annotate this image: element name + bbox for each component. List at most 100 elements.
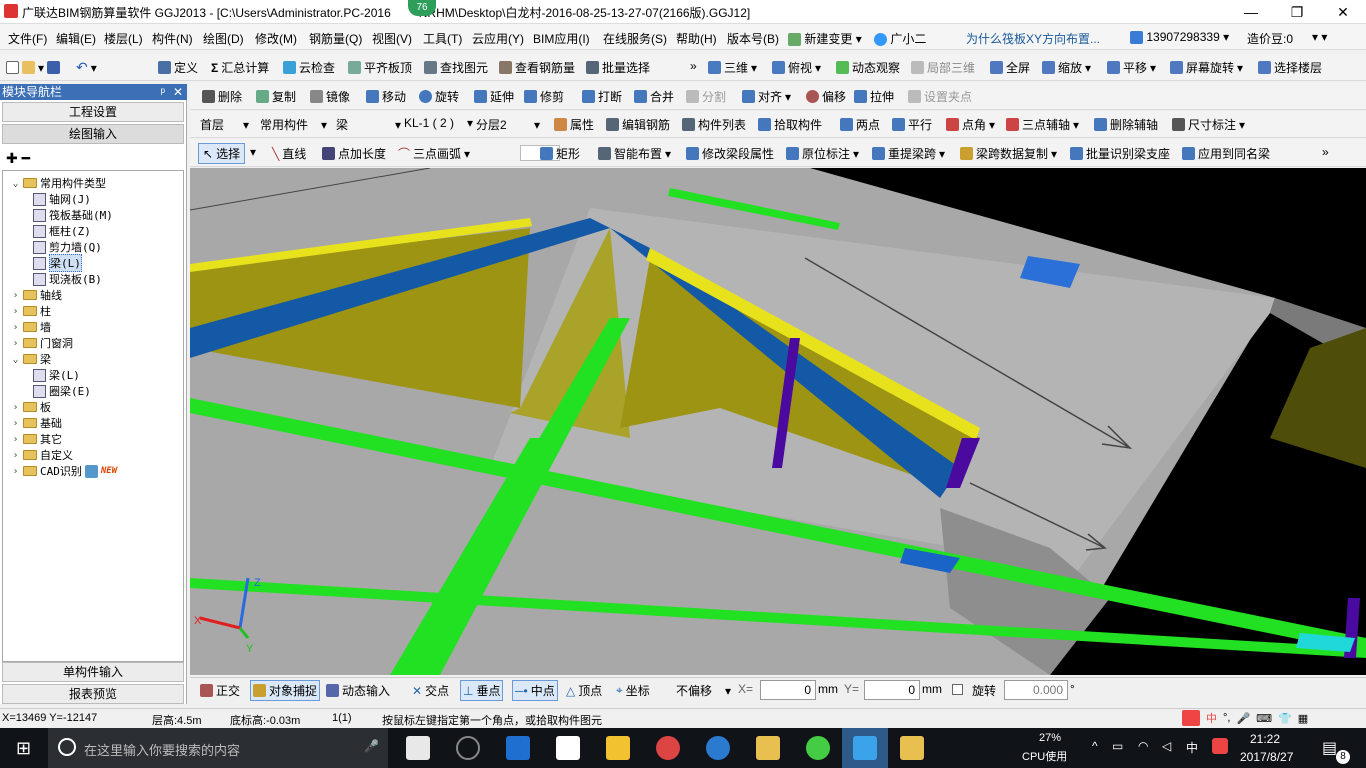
break-button[interactable]: 打断 [582,88,622,105]
smart-layout-button[interactable]: 智能布置 ▾ [598,145,671,162]
dynamic-view-button[interactable]: 动态观察 [836,59,900,76]
point-length-button[interactable]: 点加长度 [322,145,386,162]
expand-icon[interactable]: › [11,322,20,333]
tree-item[interactable]: › 柱 [11,303,51,319]
top-view-button[interactable]: 俯视 ▾ [772,59,821,76]
floor-select[interactable]: 首层 ▾ [200,116,249,133]
menu-view[interactable]: 视图(V) [372,30,412,47]
project-settings-button[interactable]: 工程设置 [2,102,184,122]
user-account[interactable]: 13907298339 ▾ [1130,30,1229,45]
glodon-app-icon[interactable] [656,736,680,760]
merge-button[interactable]: 合并 [634,88,674,105]
offset-select[interactable]: 不偏移 ▾ [676,682,731,699]
store-icon[interactable] [556,736,580,760]
tree-item[interactable]: › 门窗洞 [11,335,73,351]
select-floor-button[interactable]: 选择楼层 [1258,59,1322,76]
windows-start-icon[interactable]: ⊞ [16,738,31,759]
tree-item[interactable]: 剪力墙(Q) [33,239,102,255]
local-3d-button[interactable]: 局部三维 [911,59,975,76]
expand-icon[interactable]: ⌄ [11,178,20,189]
maximize-button[interactable]: ❐ [1274,0,1320,24]
in-situ-label-button[interactable]: 原位标注 ▾ [786,145,859,162]
expand-icon[interactable]: ⌄ [11,354,20,365]
copy-button[interactable]: 复制 [256,88,296,105]
minimize-button[interactable]: — [1228,0,1274,24]
menu-guangxiaoer[interactable]: 广小二 [874,30,926,47]
menu-cloud[interactable]: 云应用(Y) [472,30,524,47]
zoom-button[interactable]: 缩放 ▾ [1042,59,1091,76]
split-button[interactable]: 分割 [686,88,726,105]
x-input[interactable]: 0 [760,680,816,700]
define-button[interactable]: 定义 [158,59,198,76]
calc-app-icon[interactable] [900,736,924,760]
offset-button[interactable]: 偏移 [806,88,846,105]
glodon-g-icon[interactable] [706,736,730,760]
menu-edit[interactable]: 编辑(E) [56,30,96,47]
menu-modify[interactable]: 修改(M) [255,30,297,47]
dynamic-input-toggle[interactable]: 动态输入 [326,682,390,699]
undo-icon[interactable]: ↶ [76,59,88,76]
pick-component-button[interactable]: 拾取构件 [758,116,822,133]
fullscreen-button[interactable]: 全屏 [990,59,1030,76]
midpoint-snap[interactable]: ─• 中点 [512,680,558,701]
point-angle-button[interactable]: 点角 ▾ [946,116,995,133]
cloud-check-button[interactable]: 云检查 [283,59,335,76]
three-point-axis-button[interactable]: 三点辅轴 ▾ [1006,116,1079,133]
type-select[interactable]: 常用构件 ▾ [260,116,327,133]
delete-axis-button[interactable]: 删除辅轴 [1094,116,1158,133]
category-select[interactable]: 梁 ▾ [336,116,401,133]
view-rebar-button[interactable]: 查看钢筋量 [499,59,575,76]
menu-file[interactable]: 文件(F) [8,30,47,47]
sogou-tray-icon[interactable] [1212,738,1228,754]
ime-indicator[interactable]: 中 [1186,739,1198,756]
menu-help[interactable]: 帮助(H) [676,30,717,47]
tree-item[interactable]: › 自定义 [11,447,73,463]
question-link[interactable]: 为什么筏板XY方向布置... [966,30,1100,47]
select-dropdown[interactable]: ▾ [250,145,256,159]
menu-new-change[interactable]: 新建变更 ▾ [788,30,862,47]
align-button[interactable]: 对齐 ▾ [742,88,791,105]
wifi-icon[interactable]: ◠ [1138,739,1148,753]
volume-icon[interactable]: ◁ [1162,739,1171,753]
intersection-snap[interactable]: ✕ 交点 [412,682,449,699]
single-component-button[interactable]: 单构件输入 [2,662,184,682]
expand-icon[interactable]: › [11,450,20,461]
y-input[interactable]: 0 [864,680,920,700]
file-explorer-icon[interactable] [606,736,630,760]
rotate-checkbox[interactable] [952,684,963,695]
expand-icon[interactable]: › [11,402,20,413]
3d-model-view[interactable]: Z Y X [190,168,1366,675]
task-view-icon[interactable] [406,736,430,760]
green-app-icon[interactable] [806,736,830,760]
menu-bim[interactable]: BIM应用(I) [533,30,590,47]
rotate-button[interactable]: 旋转 [419,88,459,105]
tree-item[interactable]: › 其它 [11,431,62,447]
copy-span-data-button[interactable]: 梁跨数据复制 ▾ [960,145,1057,162]
perpendicular-snap[interactable]: ⊥ 垂点 [460,680,504,701]
rect-button[interactable]: 矩形 [540,145,580,162]
open-icon[interactable] [22,61,35,74]
component-list-button[interactable]: 构件列表 [682,116,746,133]
app-spiral-icon[interactable] [456,736,480,760]
tray-chevron-icon[interactable]: ^ [1092,739,1098,753]
expand-icon[interactable]: › [11,466,20,477]
tree-item[interactable]: › 墙 [11,319,51,335]
set-grip-button[interactable]: 设置夹点 [908,88,972,105]
notes-icon[interactable] [756,736,780,760]
menu-more[interactable]: ▾ ▾ [1312,30,1327,44]
network-icon[interactable]: ▭ [1112,739,1123,753]
arc-button[interactable]: ⌒ 三点画弧 ▾ [398,145,470,162]
expand-icon[interactable]: › [11,338,20,349]
pan-button[interactable]: 平移 ▾ [1107,59,1156,76]
tree-item[interactable]: 筏板基础(M) [33,207,113,223]
tree-item[interactable]: ⌄ 常用构件类型 [11,175,106,191]
batch-identify-support-button[interactable]: 批量识别梁支座 [1070,145,1170,162]
line-button[interactable]: ╲ 直线 [272,145,306,162]
re-extract-span-button[interactable]: 重提梁跨 ▾ [872,145,945,162]
toolbar-overflow[interactable]: » [690,59,697,73]
screen-rotate-button[interactable]: 屏幕旋转 ▾ [1170,59,1243,76]
tree-item[interactable]: 梁(L) [33,254,82,272]
expand-collapse-icons[interactable]: ✚ ━ [6,150,30,167]
tree-item[interactable]: › CAD识别 NEW [11,463,117,479]
quick-access[interactable]: ▾ ↶ ▾ [6,59,97,76]
